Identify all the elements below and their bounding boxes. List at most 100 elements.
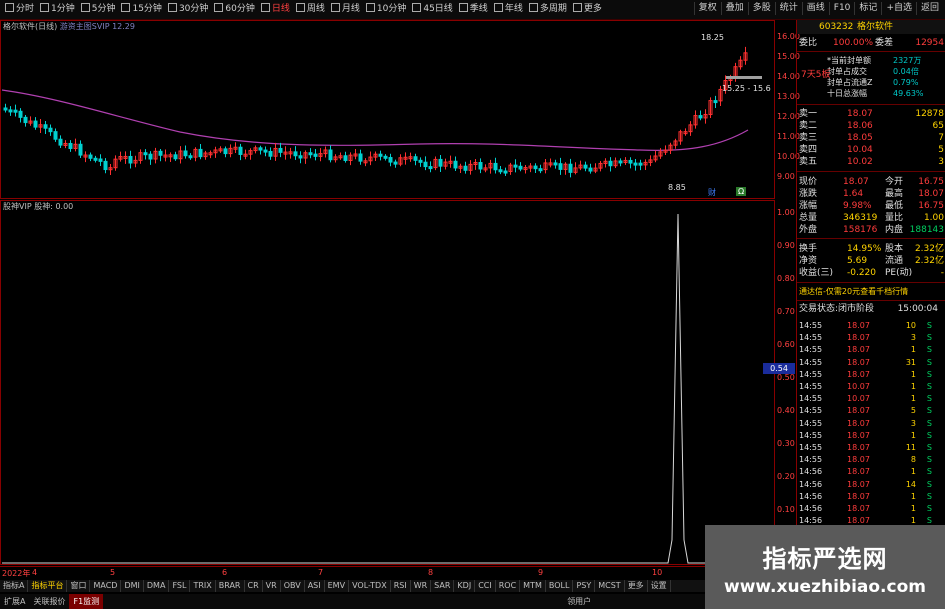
checkbox-icon — [214, 3, 224, 12]
indicator-tab[interactable]: KDJ — [454, 580, 476, 592]
tick-time: 14:55 — [799, 321, 823, 330]
tick-price: 18.07 — [847, 430, 870, 440]
candle-body — [638, 162, 643, 166]
indicator-tab[interactable]: CR — [245, 580, 263, 592]
fund-value: 5.69 — [847, 256, 868, 266]
board-badge: 7天5板 — [801, 70, 831, 80]
indicator-tick-label: 0.50 — [777, 373, 795, 382]
indicator-tick-label: 0.70 — [777, 307, 795, 316]
candle-body — [298, 155, 303, 159]
indicator-tab[interactable]: MTM — [520, 580, 546, 592]
toolbar-button[interactable]: 叠加 — [720, 2, 748, 15]
status-tab[interactable]: F1监测 — [69, 594, 104, 609]
date-tick-label: 9 — [538, 568, 544, 577]
toolbar-button[interactable]: 返回 — [915, 2, 943, 15]
indicator-tab[interactable]: WR — [411, 580, 432, 592]
indicator-tab[interactable]: VR — [263, 580, 281, 592]
tick-flag: S — [926, 333, 932, 343]
date-tick-label: 7 — [318, 568, 324, 577]
checkbox-icon — [260, 3, 270, 12]
toolbar-button[interactable]: 画线 — [801, 2, 829, 15]
sell-price: 10.04 — [847, 145, 873, 155]
toolbar-button[interactable]: 复权 — [693, 2, 721, 15]
period-tab[interactable]: 月线 — [328, 3, 363, 15]
indicator-tab[interactable]: EMV — [325, 580, 350, 592]
toolbar-button[interactable]: 标记 — [854, 2, 881, 15]
fund-label-2: PE(动) — [885, 268, 913, 278]
indicator-tab[interactable]: 设置 — [648, 580, 671, 592]
period-tab[interactable]: 分时 — [2, 3, 37, 15]
period-tab[interactable]: 5分钟 — [78, 3, 119, 15]
tick-time: 14:56 — [799, 504, 823, 513]
status-tab[interactable]: 关联报价 — [29, 594, 69, 609]
indicator-tab[interactable]: OBV — [281, 580, 305, 592]
candle-body — [103, 160, 108, 171]
wei-cha-value: 12954 — [915, 38, 944, 48]
indicator-tab[interactable]: TRIX — [190, 580, 216, 592]
period-tab[interactable]: 季线 — [456, 3, 491, 15]
info-row: 卖一 18.07 12878 — [797, 108, 945, 120]
indicator-tab[interactable]: ROC — [496, 580, 521, 592]
info-row: 换手 14.95% 股本 2.32亿 — [797, 243, 945, 255]
indicator-tab[interactable]: BOLL — [546, 580, 574, 592]
indicator-tab[interactable]: CCI — [475, 580, 496, 592]
indicator-tab[interactable]: DMI — [121, 580, 144, 592]
indicator-tab[interactable]: 窗口 — [67, 580, 91, 592]
indicator-tab[interactable]: 更多 — [625, 580, 648, 592]
tick-flag: S — [926, 455, 932, 465]
indicator-tab[interactable]: PSY — [573, 580, 596, 592]
indicator-tab[interactable]: VOL-TDX — [349, 580, 391, 592]
finance-marker[interactable]: 财 — [708, 187, 716, 198]
period-tab[interactable]: 1分钟 — [37, 3, 78, 15]
indicator-tab[interactable]: FSL — [169, 580, 191, 592]
indicator-tab[interactable]: 指标A — [0, 580, 29, 592]
candle-body — [463, 165, 468, 171]
sell-volume: 3 — [938, 157, 944, 167]
indicator-tab[interactable]: DMA — [144, 580, 170, 592]
info-marker[interactable]: Ω — [736, 187, 747, 196]
period-tab-label: 10分钟 — [376, 4, 407, 14]
candle-body — [493, 162, 498, 171]
period-tab[interactable]: 15分钟 — [118, 3, 164, 15]
tick-time: 14:55 — [799, 406, 823, 416]
toolbar-button[interactable]: 统计 — [774, 2, 802, 15]
info-row: 通达信-仅需20元查看千档行情 — [797, 286, 945, 298]
checkbox-icon — [572, 3, 582, 12]
indicator-tab[interactable]: SAR — [431, 580, 455, 592]
period-tab[interactable]: 年线 — [491, 3, 526, 15]
indicator-tab[interactable]: MCST — [595, 580, 625, 592]
indicator-tab[interactable]: 指标平台 — [28, 580, 68, 592]
tick-price: 10.07 — [847, 382, 870, 391]
toolbar-button[interactable]: 多股 — [747, 2, 775, 15]
period-tab[interactable]: 60分钟 — [211, 3, 257, 15]
candle-body — [608, 160, 613, 167]
period-tab[interactable]: 多周期 — [526, 3, 570, 15]
low-price-label: 8.85 — [668, 183, 686, 192]
fund-label-2: 流通 — [885, 256, 904, 266]
candle-body — [53, 131, 58, 140]
tick-volume: 1 — [910, 491, 916, 501]
info-row: 交易状态:闭市阶段 15:00:04 — [797, 303, 945, 315]
period-tab[interactable]: 10分钟 — [363, 3, 409, 15]
toolbar-button[interactable]: +自选 — [881, 2, 916, 15]
period-tab[interactable]: 更多 — [570, 3, 605, 15]
status-tab[interactable]: 扩展A — [0, 594, 29, 609]
candle-body — [518, 165, 523, 170]
trade-status: 交易状态:闭市阶段 — [799, 304, 875, 314]
divider — [797, 51, 945, 52]
indicator-plot — [2, 213, 773, 564]
indicator-tab[interactable]: MACD — [90, 580, 122, 592]
info-row: 委比 100.00% 委差 12954 — [797, 36, 945, 50]
period-tab[interactable]: 日线 — [258, 3, 293, 15]
period-tab[interactable]: 周线 — [293, 3, 328, 15]
indicator-tab[interactable]: ASI — [305, 580, 325, 592]
candle-body — [583, 164, 588, 169]
status-tab[interactable]: 领用户 — [563, 594, 595, 609]
period-tab[interactable]: 45日线 — [409, 3, 455, 15]
period-tab[interactable]: 30分钟 — [165, 3, 211, 15]
indicator-tab[interactable]: RSI — [391, 580, 411, 592]
toolbar-button[interactable]: F10 — [828, 2, 855, 15]
indicator-tab[interactable]: BRAR — [216, 580, 245, 592]
quote-value: 18.07 — [843, 177, 869, 187]
divider — [797, 238, 945, 239]
